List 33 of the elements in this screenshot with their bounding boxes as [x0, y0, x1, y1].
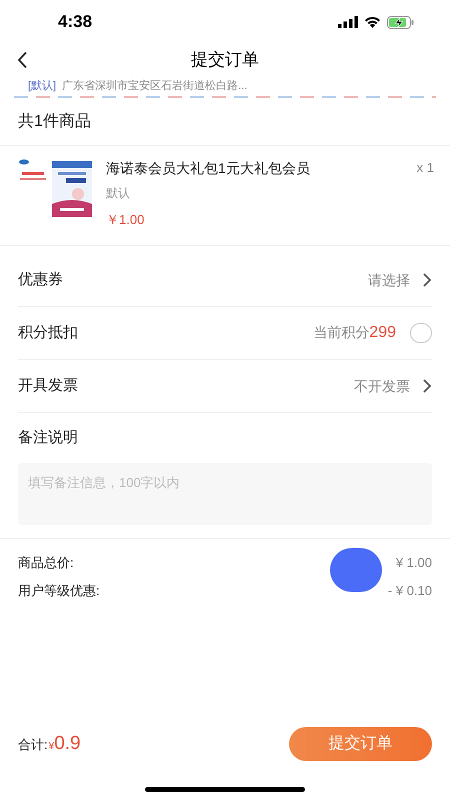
- option-select[interactable]: 请选择: [368, 270, 432, 290]
- chevron-right-icon: [422, 378, 432, 394]
- option-label: 优惠券: [18, 270, 63, 290]
- address-text: 广东省深圳市宝安区石岩街道松白路...: [62, 80, 248, 92]
- points-radio[interactable]: [410, 323, 432, 343]
- default-tag: [默认]: [28, 80, 56, 92]
- back-icon: [16, 51, 28, 69]
- currency-sign: ¥: [48, 740, 54, 754]
- wifi-icon: [364, 16, 381, 28]
- page-title: 提交订单: [191, 49, 259, 72]
- remark-field[interactable]: 填写备注信息，100字以内: [18, 463, 432, 525]
- summary-label: 商品总价:: [18, 554, 74, 572]
- floating-button[interactable]: [330, 548, 382, 592]
- summary-value: - ¥ 0.10: [388, 582, 432, 600]
- summary-value: ¥ 1.00: [396, 554, 432, 572]
- signal-icon: [338, 16, 358, 28]
- option-select[interactable]: 不开发票: [354, 376, 432, 396]
- status-time: 4:38: [58, 11, 92, 34]
- product-quantity: x 1: [416, 159, 434, 177]
- submit-button[interactable]: 提交订单: [289, 727, 432, 761]
- summary-label: 用户等级优惠:: [18, 582, 100, 600]
- option-label: 积分抵扣: [18, 322, 78, 343]
- remark-label: 备注说明: [17, 428, 79, 448]
- option-label: 开具发票: [18, 376, 78, 396]
- goods-count: 共1件商品: [0, 98, 450, 146]
- total-amount: 0.9: [54, 732, 81, 756]
- points-text: 当前积分299: [313, 323, 396, 343]
- product-name: 海诺泰会员大礼包1元大礼包会员: [106, 159, 311, 178]
- chevron-right-icon: [422, 272, 432, 288]
- product-price: ￥1.00: [106, 211, 146, 229]
- product-spec: 默认: [106, 185, 131, 202]
- battery-charging-icon: [387, 16, 414, 28]
- total-label: 合计:: [18, 736, 48, 754]
